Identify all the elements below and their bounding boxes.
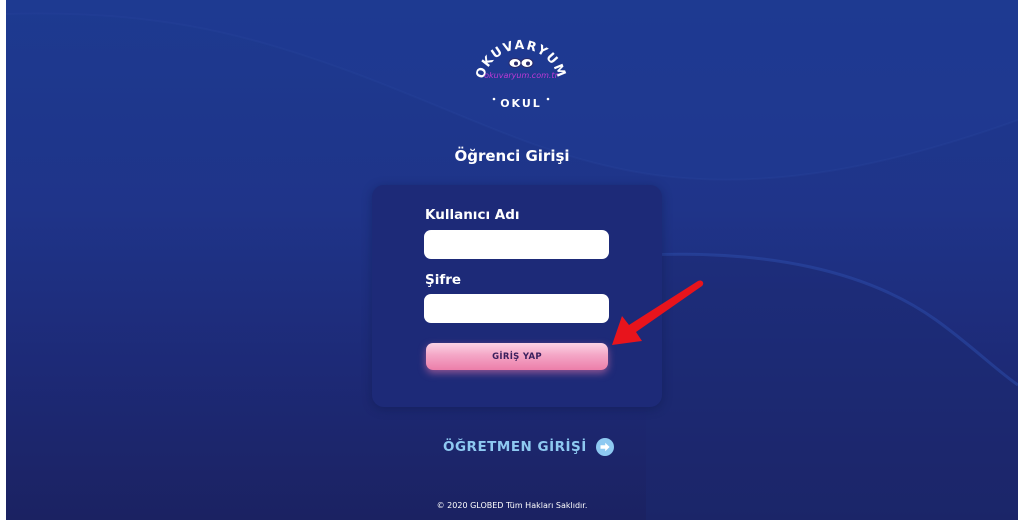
login-button[interactable]: GİRİŞ YAP	[426, 343, 608, 370]
login-screen: OKUVARYUM okuvaryum.com.tr OKUL Öğrenci …	[6, 0, 1018, 520]
teacher-login-link[interactable]: ÖĞRETMEN GİRİŞİ	[443, 437, 614, 457]
username-input[interactable]	[424, 230, 609, 259]
password-input[interactable]	[424, 294, 609, 323]
logo-okul-text: OKUL	[500, 97, 542, 110]
username-label: Kullanıcı Adı	[425, 207, 520, 223]
okuvaryum-logo: OKUVARYUM okuvaryum.com.tr OKUL	[472, 37, 568, 110]
red-arrow-icon	[612, 280, 704, 345]
logo-site-text: okuvaryum.com.tr	[484, 71, 558, 80]
page-title: Öğrenci Girişi	[454, 147, 570, 165]
password-label: Şifre	[425, 272, 462, 288]
teacher-login-label: ÖĞRETMEN GİRİŞİ	[443, 439, 587, 455]
footer-copyright: © 2020 GLOBED Tüm Hakları Saklıdır.	[436, 501, 588, 510]
arrow-right-circle-icon	[595, 438, 614, 456]
